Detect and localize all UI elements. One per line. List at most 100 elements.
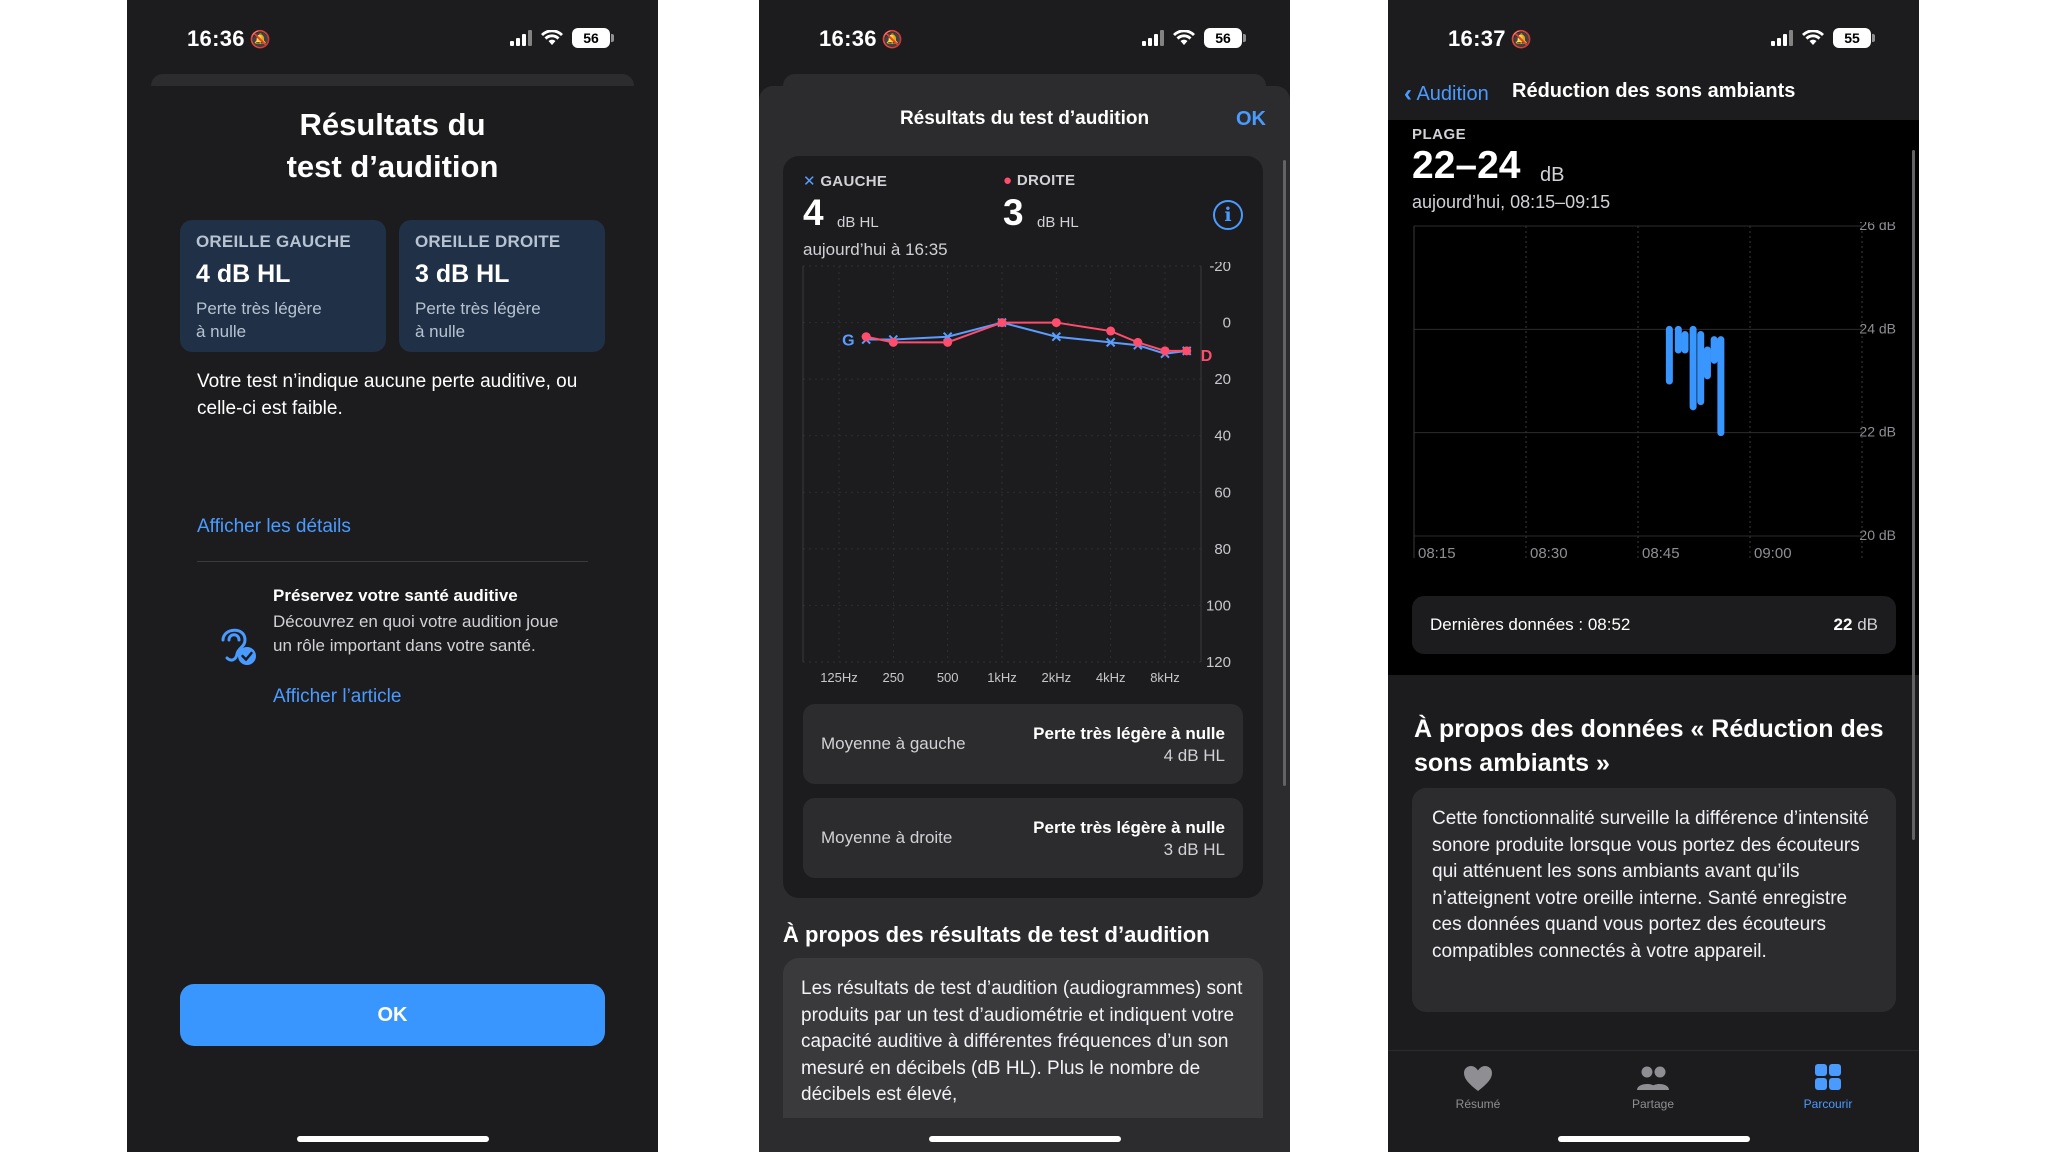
cellular-signal-icon (510, 30, 532, 46)
y-tick-label: 80 (1214, 541, 1231, 558)
back-button[interactable]: ‹ Audition (1404, 80, 1489, 108)
sheet-title: Résultats du test d’audition (899, 108, 1150, 129)
x-tick-label: 250 (882, 670, 904, 682)
people-icon (1637, 1066, 1669, 1090)
average-right-row: Moyenne à droite Perte très légère à nul… (803, 798, 1243, 878)
status-time: 16:36 🔕 (819, 26, 904, 51)
x-tick-label: 500 (937, 670, 959, 682)
about-results-body: Les résultats de test d’audition (audiog… (783, 958, 1263, 1118)
y-tick-label: 60 (1214, 484, 1231, 501)
tab-browse[interactable]: Parcourir (1768, 1063, 1888, 1111)
y-tick-label: 100 (1206, 597, 1231, 614)
about-data-title: À propos des données « Réduction des son… (1414, 715, 1884, 777)
y-tick-label: 0 (1223, 315, 1231, 332)
x-tick-label: 09:00 (1754, 545, 1792, 562)
data-point-dot (1160, 346, 1170, 356)
y-tick-label: 26 dB (1859, 222, 1896, 233)
y-tick-label: 120 (1206, 654, 1231, 671)
battery-icon: 56 (1204, 28, 1246, 48)
y-tick-label: 20 (1214, 371, 1231, 388)
y-tick-label: 24 dB (1859, 320, 1896, 336)
show-article-link[interactable]: Afficher l’article (273, 686, 401, 708)
divider (197, 561, 588, 562)
status-time: 16:36 🔕 (187, 26, 272, 51)
data-point-dot (861, 332, 871, 342)
right-value: 3 (1003, 192, 1024, 233)
chevron-left-icon: ‹ (1404, 80, 1412, 107)
y-tick-label: 40 (1214, 428, 1231, 445)
tab-sharing[interactable]: Partage (1593, 1063, 1713, 1111)
average-left-row: Moyenne à gauche Perte très légère à nul… (803, 704, 1243, 784)
heart-icon (1464, 1066, 1492, 1091)
data-point-dot (943, 337, 953, 347)
bell-muted-icon: 🔕 (881, 30, 904, 49)
status-bar: 16:36 🔕 56 (127, 0, 658, 78)
range-date: aujourd’hui, 08:15–09:15 (1412, 192, 1611, 212)
y-tick-label: 22 dB (1859, 424, 1896, 440)
bell-muted-icon: 🔕 (249, 30, 272, 49)
page-title: Résultats du test d’audition (286, 107, 499, 184)
x-tick-label: 1kHz (987, 670, 1017, 682)
result-message: Votre test n’indique aucune perte auditi… (197, 371, 578, 419)
x-tick-label: 08:15 (1418, 545, 1456, 562)
range-value: 22–24 (1412, 144, 1521, 187)
phone-ambient-noise-reduction: 16:37 🔕 55 ‹ Audition Réduction des sons … (1388, 0, 1919, 1152)
phone-hearing-results-summary: 16:36 🔕 56 Résultats du test d’audition O… (127, 0, 658, 1152)
data-point-dot (1106, 326, 1116, 336)
status-time: 16:37 🔕 (1448, 26, 1533, 51)
battery-icon: 55 (1833, 28, 1875, 48)
status-bar: 16:37 🔕 55 (1388, 0, 1919, 78)
grid-icon (1815, 1064, 1841, 1090)
cellular-signal-icon (1142, 30, 1164, 46)
article-body: Découvrez en quoi votre audition joue un… (273, 612, 559, 655)
right-ear-card: OREILLE DROITE 3 dB HL Perte très légère… (399, 220, 605, 352)
left-start-label: G (842, 333, 854, 350)
article-title: Préservez votre santé auditive (273, 586, 518, 605)
latest-data-row[interactable]: Dernières données : 08:52 22 dB (1412, 596, 1896, 654)
bell-muted-icon: 🔕 (1510, 30, 1533, 49)
ok-button[interactable]: OK (1236, 108, 1266, 131)
dot-marker-icon: ● (1003, 172, 1013, 189)
scrollbar[interactable] (1283, 160, 1286, 786)
tab-summary[interactable]: Résumé (1418, 1063, 1538, 1111)
ok-button[interactable]: OK (180, 984, 605, 1046)
x-tick-label: 2kHz (1042, 670, 1072, 682)
x-marker-icon: ✕ (803, 173, 816, 190)
cellular-signal-icon (1771, 30, 1793, 46)
about-results-title: À propos des résultats de test d’auditio… (783, 922, 1210, 947)
navigation-bar: ‹ Audition Réduction des sons ambiants (1388, 78, 1919, 120)
x-tick-label: 8kHz (1150, 670, 1180, 682)
audiogram-chart: -20 0 20 40 60 80 100 120 125Hz 250 500 1kHz 2kHz 4kH… (802, 262, 1231, 682)
show-details-link[interactable]: Afficher les détails (197, 516, 351, 538)
left-legend: ✕ GAUCHE (803, 173, 888, 190)
y-tick-label: 20 dB (1859, 527, 1896, 543)
status-bar: 16:36 🔕 56 (759, 0, 1290, 78)
right-end-label: D (1201, 348, 1213, 365)
left-unit: dB HL (837, 214, 879, 231)
data-point-dot (997, 318, 1007, 328)
data-point-dot (1051, 318, 1061, 328)
noise-reduction-chart[interactable]: 20 dB 22 dB 24 dB 26 dB 08:15 08:30 08:45 09:00 (1412, 222, 1902, 572)
x-tick-label: 08:30 (1530, 545, 1568, 562)
x-tick-label: 125Hz (820, 670, 858, 682)
scrollbar[interactable] (1912, 150, 1915, 840)
left-value: 4 (803, 192, 824, 233)
range-unit: dB (1540, 164, 1565, 186)
data-point-dot (1133, 337, 1143, 347)
right-legend: ● DROITE (1003, 172, 1076, 189)
phone-audiogram-detail: 16:36 🔕 56 Résultats du test d’audition O… (759, 0, 1290, 1152)
data-point-dot (1182, 346, 1192, 356)
battery-icon: 56 (572, 28, 614, 48)
home-indicator[interactable] (928, 1136, 1121, 1142)
range-label: PLAGE (1412, 126, 1467, 143)
about-data-body: Cette fonctionnalité surveille la différ… (1412, 788, 1896, 1012)
info-icon[interactable]: i (1213, 200, 1243, 230)
home-indicator[interactable] (296, 1136, 489, 1142)
nav-title: Réduction des sons ambiants (1512, 80, 1796, 102)
audiogram-card: ✕ GAUCHE ● DROITE 4 dB HL 3 dB HL aujour… (783, 156, 1263, 898)
x-tick-label: 08:45 (1642, 545, 1680, 562)
y-tick-label: -20 (1209, 262, 1231, 275)
wifi-icon (541, 30, 563, 45)
ear-check-icon (221, 628, 256, 665)
home-indicator[interactable] (1557, 1136, 1750, 1142)
